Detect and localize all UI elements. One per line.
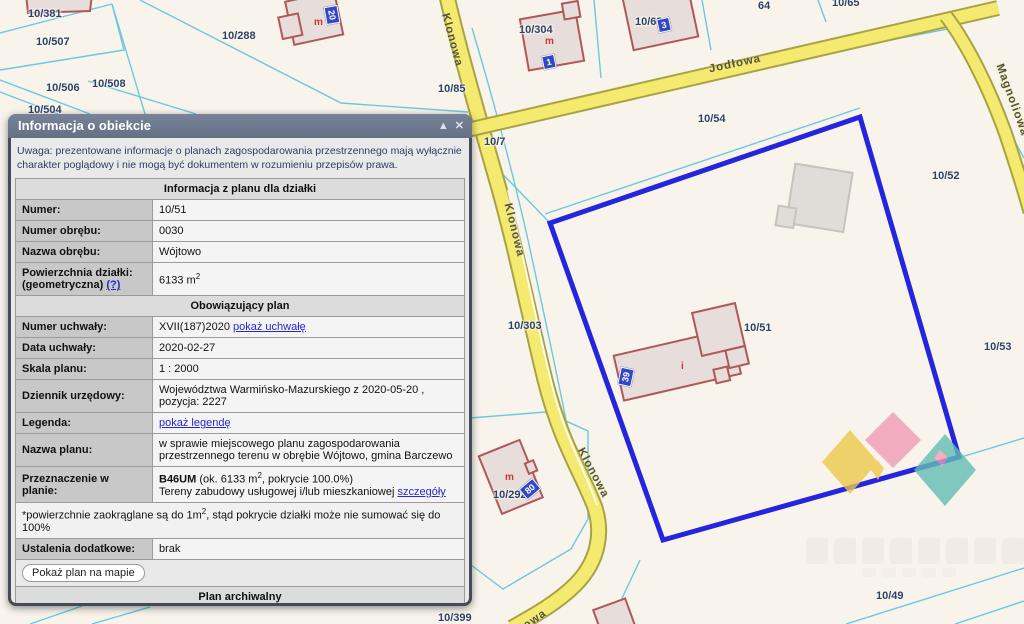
- row-value: pokaż legendę: [152, 412, 465, 435]
- note-pre: *powierzchnie zaokrąglane są do 1m: [22, 509, 202, 522]
- area-sup: 2: [195, 271, 201, 281]
- rounding-note: *powierzchnie zaokrąglane są do 1m2, stą…: [15, 501, 465, 539]
- table-row: Dziennik urzędowy: Województwa Warmińsko…: [15, 379, 465, 414]
- table-row: *powierzchnie zaokrąglane są do 1m2, stą…: [15, 501, 465, 539]
- resolution-number: XVII(187)2020: [159, 321, 233, 334]
- section-header-current-plan: Obowiązujący plan: [15, 295, 465, 318]
- row-value: 1 : 2000: [152, 358, 465, 381]
- zone-description: Tereny zabudowy usługowej i/lub mieszkan…: [159, 485, 398, 498]
- zone-pre: (ok. 6133 m: [196, 473, 258, 486]
- area-label-line2: (geometryczna): [22, 279, 107, 292]
- row-label: Data uchwały:: [15, 337, 153, 360]
- parcel-label: 10/381: [28, 8, 62, 20]
- house-number-plate: 20: [323, 4, 341, 26]
- area-help-link[interactable]: (?): [106, 279, 120, 291]
- table-row: Data uchwały: 2020-02-27: [15, 337, 465, 360]
- row-value: XVII(187)2020 pokaż uchwałę: [152, 316, 465, 339]
- show-plan-on-map-button[interactable]: Pokaż plan na mapie: [22, 563, 145, 582]
- parcel-label: 64: [758, 0, 771, 12]
- row-label: Przeznaczenie w planie:: [15, 466, 153, 503]
- building-letter-m: m: [314, 17, 323, 28]
- table-row: Przeznaczenie w planie: B46UM (ok. 6133 …: [15, 466, 465, 503]
- minimize-icon[interactable]: ▲: [438, 120, 449, 132]
- object-info-dialog: Informacja o obiekcie ▲ ✕ Uwaga: prezent…: [8, 114, 472, 606]
- row-value: 2020-02-27: [152, 337, 465, 360]
- building-letter-m: m: [505, 472, 514, 483]
- dialog-body: Uwaga: prezentowane informacje o planach…: [11, 138, 469, 603]
- parcel-label: 10/49: [876, 590, 904, 602]
- parcel-label: 10/507: [36, 36, 70, 48]
- row-label: Dziennik urzędowy:: [15, 379, 153, 414]
- table-row: Skala planu: 1 : 2000: [15, 358, 465, 381]
- parcel-label: 10/85: [438, 83, 466, 95]
- dialog-title-text: Informacja o obiekcie: [18, 118, 151, 133]
- table-row: Pokaż plan na mapie: [15, 558, 465, 587]
- disclaimer-text: Uwaga: prezentowane informacje o planach…: [17, 145, 462, 171]
- row-label: Legenda:: [15, 412, 153, 435]
- table-row: Legenda: pokaż legendę: [15, 412, 465, 435]
- zone-post: , pokrycie 100.0%): [261, 473, 353, 486]
- table-row: Numer obrębu: 0030: [15, 220, 465, 243]
- row-label: Numer:: [15, 199, 153, 222]
- house-number-plate: 3: [656, 16, 672, 34]
- row-label: Skala planu:: [15, 358, 153, 381]
- plan-info-table: Informacja z planu dla działki Numer: 10…: [15, 178, 465, 603]
- parcel-label: 10/7: [484, 136, 506, 148]
- table-row: Powierzchnia działki: (geometryczna) (?)…: [15, 262, 465, 297]
- watermark-text-row1: [806, 538, 1024, 564]
- row-label: Nazwa obrębu:: [15, 241, 153, 264]
- parcel-label: 10/65: [832, 0, 860, 9]
- zone-code: B46UM: [159, 473, 197, 486]
- row-label: Nazwa planu:: [15, 433, 153, 468]
- table-row: Ustalenia dodatkowe: brak: [15, 537, 465, 560]
- row-label: Ustalenia dodatkowe:: [15, 537, 153, 560]
- row-label: Numer obrębu:: [15, 220, 153, 243]
- parcel-label: 10/54: [698, 113, 726, 125]
- show-resolution-link[interactable]: pokaż uchwałę: [233, 321, 306, 333]
- parcel-label: 10/53: [984, 341, 1012, 353]
- dialog-titlebar[interactable]: Informacja o obiekcie ▲ ✕: [8, 114, 472, 138]
- row-value: Wójtowo: [152, 241, 465, 264]
- row-label: Powierzchnia działki: (geometryczna) (?): [15, 262, 153, 297]
- parcel-label: 10/288: [222, 30, 256, 42]
- building-letter-m: m: [545, 36, 554, 47]
- house-number-plate: 1: [541, 53, 557, 71]
- watermark-text-row2: [862, 568, 956, 577]
- row-value: B46UM (ok. 6133 m2, pokrycie 100.0%) Ter…: [152, 466, 465, 503]
- row-value: 0030: [152, 220, 465, 243]
- row-value: 10/51: [152, 199, 465, 222]
- close-icon[interactable]: ✕: [455, 120, 464, 132]
- parcel-label: 10/51: [744, 322, 772, 334]
- row-value: 6133 m2: [152, 262, 465, 297]
- parcel-label: 10/508: [92, 78, 126, 90]
- map-viewport[interactable]: 10/381 10/507 10/288 10/506 10/508 10/50…: [0, 0, 1024, 624]
- parcel-label: 10/506: [46, 82, 80, 94]
- section-header-archival-plan: Plan archiwalny: [15, 585, 465, 603]
- parcel-label: 10/304: [519, 24, 553, 36]
- row-value: Województwa Warmińsko-Mazurskiego z 2020…: [152, 379, 465, 414]
- table-row: Nazwa planu: w sprawie miejscowego planu…: [15, 433, 465, 468]
- table-row: Numer: 10/51: [15, 199, 465, 222]
- table-row: Nazwa obrębu: Wójtowo: [15, 241, 465, 264]
- show-legend-link[interactable]: pokaż legendę: [159, 417, 231, 429]
- details-link[interactable]: szczegóły: [397, 486, 445, 498]
- parcel-label: 10/303: [508, 320, 542, 332]
- area-label-line1: Powierzchnia działki:: [22, 267, 133, 280]
- row-label: Numer uchwały:: [15, 316, 153, 339]
- parcel-label: 10/52: [932, 170, 960, 182]
- building-letter-i: i: [681, 361, 684, 372]
- area-value: 6133 m: [159, 274, 196, 287]
- row-value: brak: [152, 537, 465, 560]
- parcel-label: 10/399: [438, 612, 472, 624]
- row-value: w sprawie miejscowego planu zagospodarow…: [152, 433, 465, 468]
- table-row: Numer uchwały: XVII(187)2020 pokaż uchwa…: [15, 316, 465, 339]
- section-header-plan: Informacja z planu dla działki: [15, 178, 465, 201]
- button-row: Pokaż plan na mapie: [15, 558, 465, 587]
